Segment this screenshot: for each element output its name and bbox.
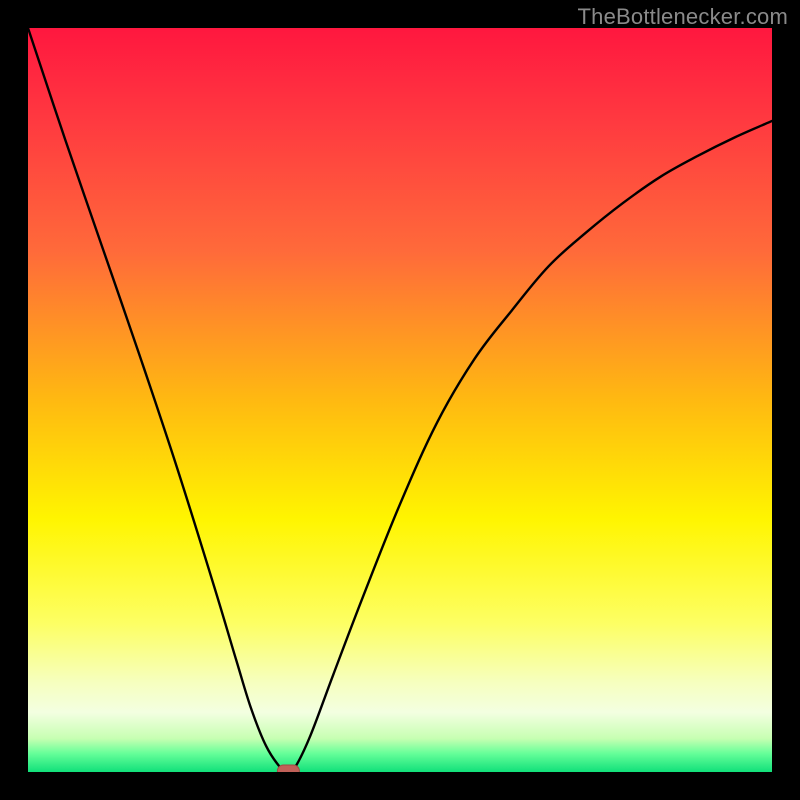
watermark-text: TheBottlenecker.com [578, 4, 788, 30]
chart-svg [28, 28, 772, 772]
optimum-marker [277, 765, 299, 772]
gradient-background [28, 28, 772, 772]
plot-area [28, 28, 772, 772]
chart-frame: TheBottlenecker.com [0, 0, 800, 800]
